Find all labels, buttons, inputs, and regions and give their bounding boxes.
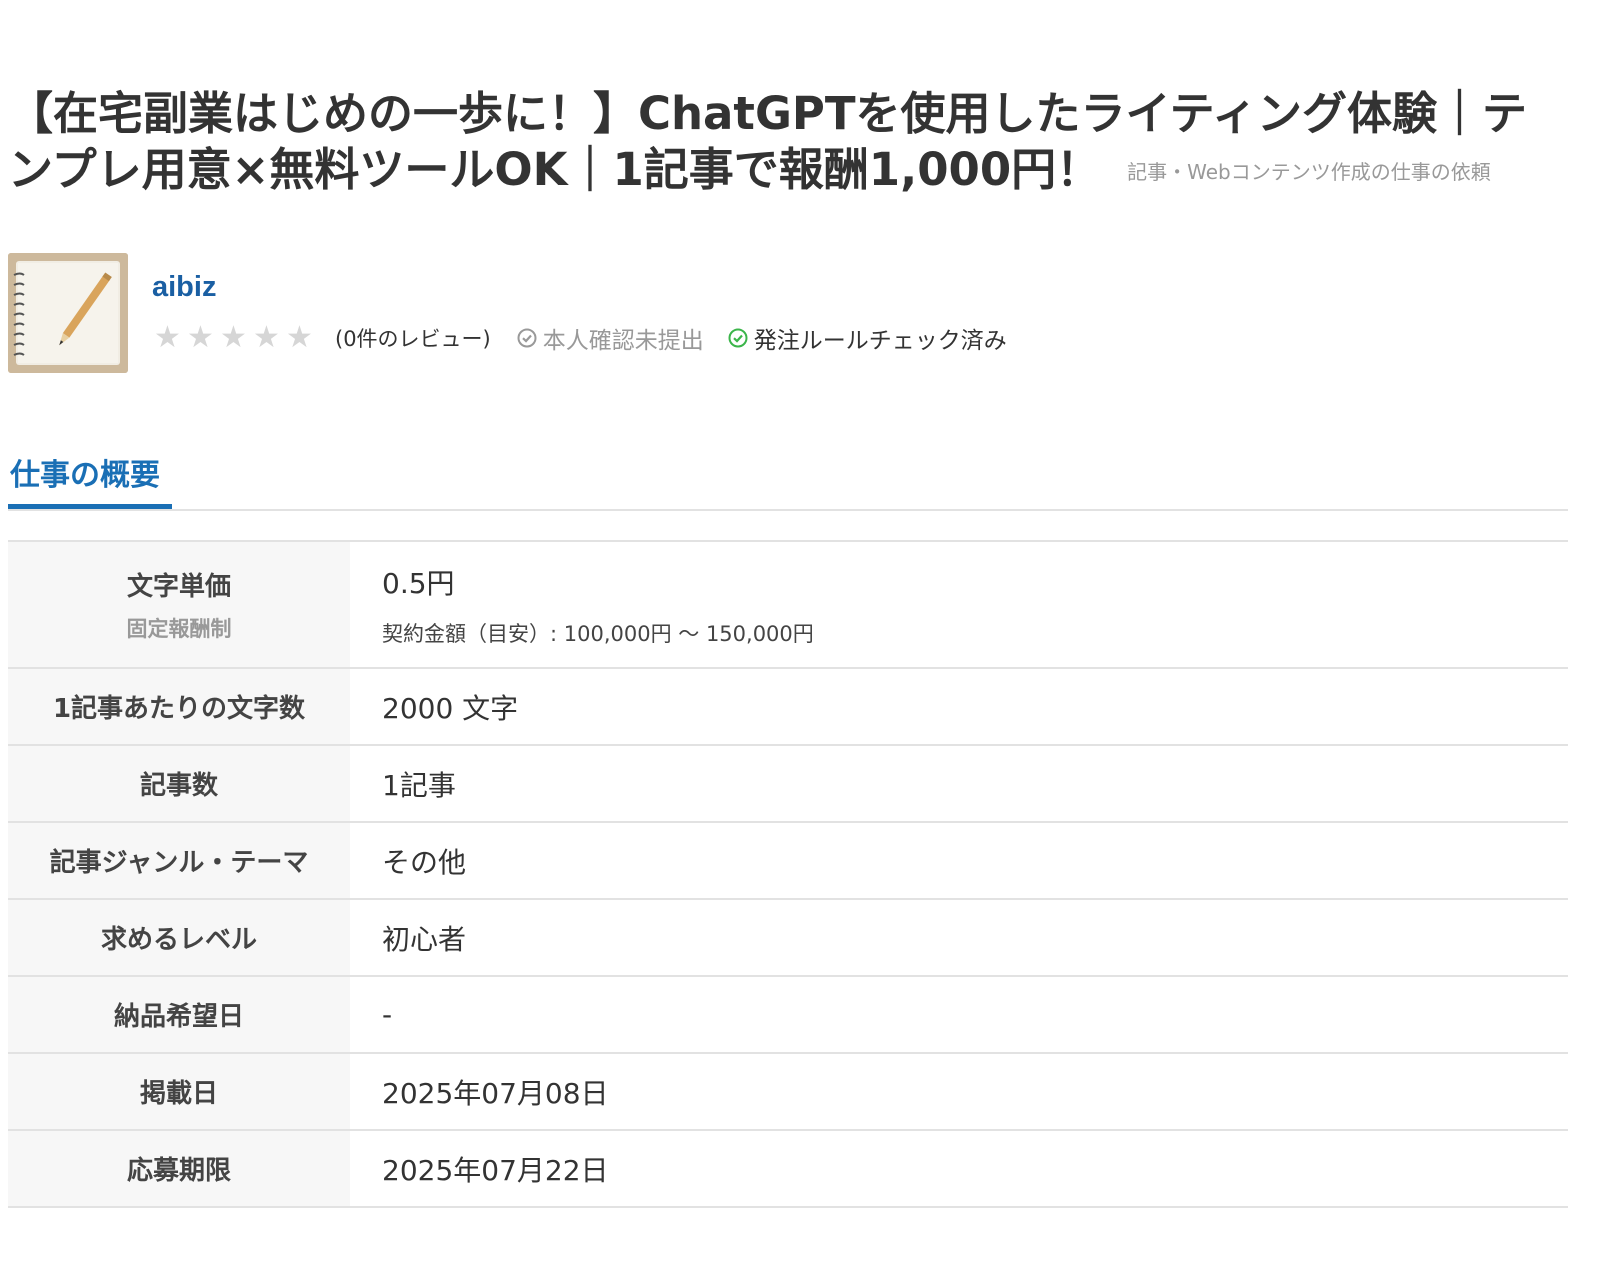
identity-unverified-badge: 本人確認未提出	[517, 321, 704, 355]
row-value-text: 0.5円	[382, 566, 455, 600]
row-value: 2025年07月22日	[350, 1130, 1568, 1208]
job-detail-page: 【在宅副業はじめの一歩に！】ChatGPTを使用したライティング体験｜テンプレ用…	[8, 0, 1568, 1208]
table-row: 記事数 1記事	[8, 745, 1568, 823]
table-row: 掲載日 2025年07月08日	[8, 1053, 1568, 1131]
table-row: 納品希望日 -	[8, 976, 1568, 1054]
job-title: 【在宅副業はじめの一歩に！】ChatGPTを使用したライティング体験｜テンプレ用…	[8, 86, 1568, 200]
rating-stars: ★ ★ ★ ★ ★	[152, 323, 315, 353]
job-category-link[interactable]: 記事・Webコンテンツ作成の仕事の依頼	[1127, 160, 1491, 184]
row-label-sub: 固定報酬制	[126, 617, 232, 641]
star-empty-icon: ★	[286, 320, 313, 355]
identity-badge-label: 本人確認未提出	[542, 328, 704, 354]
row-value: 0.5円 契約金額（目安）: 100,000円 〜 150,000円	[350, 541, 1568, 669]
detail-tabs: 仕事の概要	[8, 436, 1568, 511]
notebook-pencil-icon	[8, 253, 128, 373]
rules-checked-badge: 発注ルールチェック済み	[728, 321, 1007, 355]
row-label: 記事数	[8, 745, 350, 823]
row-label: 納品希望日	[8, 976, 350, 1054]
table-row: 文字単価 固定報酬制 0.5円 契約金額（目安）: 100,000円 〜 150…	[8, 541, 1568, 669]
row-label: 記事ジャンル・テーマ	[8, 822, 350, 900]
star-empty-icon: ★	[253, 320, 280, 355]
row-value: 2000 文字	[350, 668, 1568, 746]
table-row: 応募期限 2025年07月22日	[8, 1130, 1568, 1208]
star-empty-icon: ★	[154, 320, 181, 355]
check-circle-green-icon	[728, 328, 748, 348]
row-value: -	[350, 976, 1568, 1054]
row-value: 2025年07月08日	[350, 1053, 1568, 1131]
star-empty-icon: ★	[187, 320, 214, 355]
tab-job-summary-label: 仕事の概要	[10, 458, 160, 493]
check-circle-gray-icon	[517, 328, 537, 348]
table-row: 1記事あたりの文字数 2000 文字	[8, 668, 1568, 746]
row-value: 1記事	[350, 745, 1568, 823]
row-value: その他	[350, 822, 1568, 900]
tab-job-summary[interactable]: 仕事の概要	[8, 436, 172, 509]
row-label: 求めるレベル	[8, 899, 350, 977]
client-meta-row: ★ ★ ★ ★ ★ (0件のレビュー) 本人確認未提出 発注ルールチェック済み	[152, 321, 1031, 355]
row-label-text: 文字単価	[126, 572, 231, 602]
row-value: 初心者	[350, 899, 1568, 977]
row-label: 応募期限	[8, 1130, 350, 1208]
rules-badge-label: 発注ルールチェック済み	[753, 328, 1007, 354]
job-summary-table: 文字単価 固定報酬制 0.5円 契約金額（目安）: 100,000円 〜 150…	[8, 540, 1568, 1208]
client-avatar[interactable]	[8, 253, 128, 373]
row-label: 1記事あたりの文字数	[8, 668, 350, 746]
client-name-link[interactable]: aibiz	[152, 271, 216, 304]
table-row: 記事ジャンル・テーマ その他	[8, 822, 1568, 900]
row-value-sub: 契約金額（目安）: 100,000円 〜 150,000円	[382, 621, 814, 646]
client-info: aibiz ★ ★ ★ ★ ★ (0件のレビュー) 本人確認未提出 発注ルールチ…	[8, 253, 1568, 373]
row-label: 掲載日	[8, 1053, 350, 1131]
row-label: 文字単価 固定報酬制	[8, 541, 350, 669]
review-count-link[interactable]: (0件のレビュー)	[335, 323, 491, 353]
star-empty-icon: ★	[220, 320, 247, 355]
table-row: 求めるレベル 初心者	[8, 899, 1568, 977]
